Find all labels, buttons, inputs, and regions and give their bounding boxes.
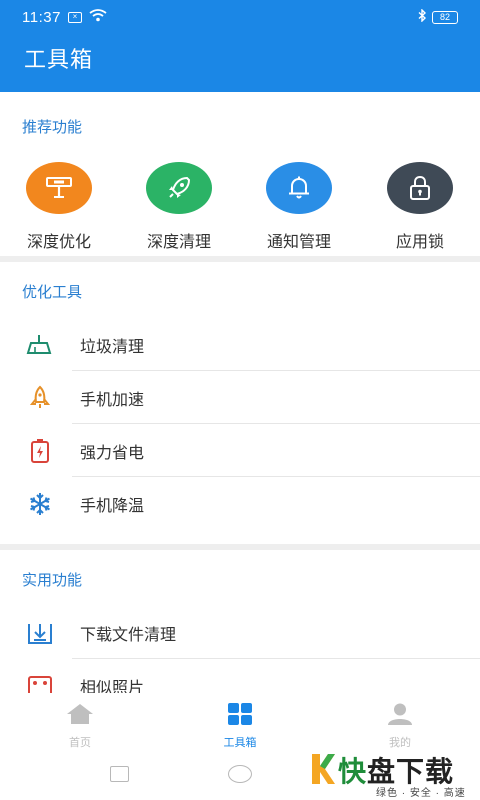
quick-app-lock[interactable]: 应用锁 xyxy=(375,162,465,252)
nav-toolbox[interactable]: 工具箱 xyxy=(160,693,320,749)
app-header: 11:37 × 82 工具箱 xyxy=(0,0,480,92)
quick-notification-manage[interactable]: 通知管理 xyxy=(254,162,344,252)
quick-label: 通知管理 xyxy=(266,234,331,251)
nav-mine[interactable]: 我的 xyxy=(320,693,480,749)
status-time: 11:37 xyxy=(22,8,61,26)
nav-home[interactable]: 首页 xyxy=(0,693,160,749)
section-title-optimize: 优化工具 xyxy=(22,284,83,301)
quick-label: 深度优化 xyxy=(26,234,91,251)
sweeper-icon xyxy=(0,333,80,357)
logo-k-icon xyxy=(312,754,335,784)
section-divider xyxy=(0,256,480,262)
quick-label: 深度清理 xyxy=(146,234,211,251)
list-item-label: 手机加速 xyxy=(80,391,145,409)
rocket-icon xyxy=(146,162,212,214)
list-item-power-save[interactable]: 强力省电 xyxy=(0,424,480,477)
bluetooth-icon xyxy=(418,8,427,25)
quick-deep-optimize[interactable]: 深度优化 xyxy=(14,162,104,252)
user-icon xyxy=(387,703,413,730)
watermark-brand-b: 盘下载 xyxy=(367,756,455,787)
download-icon xyxy=(0,620,80,646)
section-title-recommended: 推荐功能 xyxy=(22,119,83,136)
section-divider xyxy=(0,544,480,550)
list-item-label: 强力省电 xyxy=(80,444,145,462)
bottom-nav: 首页 工具箱 我的 xyxy=(0,693,480,749)
home-circle-icon[interactable] xyxy=(228,765,252,783)
list-item-phone-boost[interactable]: 手机加速 xyxy=(0,371,480,424)
list-item-download-clean[interactable]: 下载文件清理 xyxy=(0,606,480,659)
notification-icon: × xyxy=(67,11,82,23)
battery-bolt-icon xyxy=(0,438,80,464)
list-item-label: 下载文件清理 xyxy=(80,626,177,644)
watermark-brand-a: 快 xyxy=(338,756,368,787)
battery-indicator: 82 xyxy=(432,10,458,24)
page-title: 工具箱 xyxy=(24,47,94,72)
wifi-icon xyxy=(89,9,107,25)
bell-icon xyxy=(266,162,332,214)
recent-apps-icon[interactable] xyxy=(110,766,129,782)
list-item-junk-clean[interactable]: 垃圾清理 xyxy=(0,318,480,371)
list-item-phone-cool[interactable]: 手机降温 xyxy=(0,477,480,530)
list-item-label: 手机降温 xyxy=(80,497,145,515)
grid-icon xyxy=(227,703,253,730)
lock-icon xyxy=(387,162,453,214)
snowflake-icon xyxy=(0,491,80,517)
quick-label: 应用锁 xyxy=(395,234,444,251)
rocket-icon xyxy=(0,385,80,411)
sign-icon xyxy=(26,162,92,214)
watermark-tagline: 绿色 · 安全 · 高速 xyxy=(376,788,466,799)
quick-deep-clean[interactable]: 深度清理 xyxy=(134,162,224,252)
status-bar: 11:37 × 82 xyxy=(0,0,480,34)
section-title-utility: 实用功能 xyxy=(22,572,83,589)
home-icon xyxy=(66,703,94,730)
list-item-label: 垃圾清理 xyxy=(80,338,145,356)
watermark-logo: 快盘下载 绿色 · 安全 · 高速 xyxy=(308,748,480,800)
